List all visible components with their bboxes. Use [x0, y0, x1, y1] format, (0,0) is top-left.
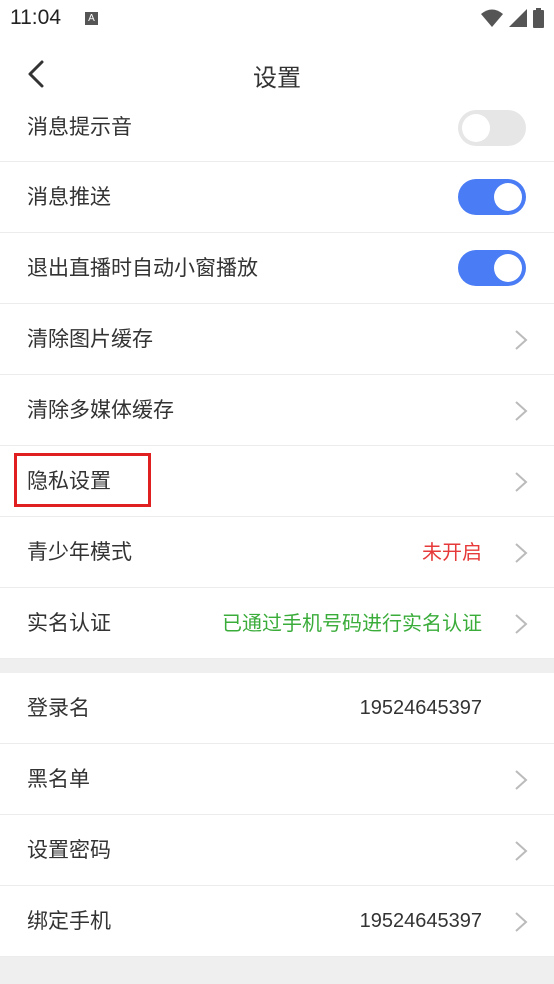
row-label: 清除多媒体缓存 [27, 398, 174, 422]
row-real-name[interactable]: 实名认证 已通过手机号码进行实名认证 [0, 588, 554, 659]
row-clear-image-cache[interactable]: 清除图片缓存 [0, 304, 554, 375]
row-label: 登录名 [27, 696, 90, 720]
row-label: 退出直播时自动小窗播放 [27, 256, 258, 280]
row-pip-on-exit: 退出直播时自动小窗播放 [0, 233, 554, 304]
row-blacklist[interactable]: 黑名单 [0, 744, 554, 815]
row-clear-media-cache[interactable]: 清除多媒体缓存 [0, 375, 554, 446]
row-privacy-settings[interactable]: 隐私设置 [0, 446, 554, 517]
login-name-value: 19524645397 [359, 697, 482, 719]
chevron-right-icon [515, 770, 528, 790]
row-set-password[interactable]: 设置密码 [0, 815, 554, 886]
nav-bar: 设置 [0, 38, 554, 111]
row-label: 青少年模式 [27, 540, 132, 564]
settings-list: 消息提示音 消息推送 退出直播时自动小窗播放 清除图片缓存 清除多媒体缓存 隐私… [0, 110, 554, 957]
status-bar: 11:04 A [0, 0, 554, 38]
row-label: 清除图片缓存 [27, 327, 153, 351]
chevron-right-icon [515, 841, 528, 861]
battery-icon [533, 8, 544, 28]
message-sound-toggle[interactable] [458, 110, 526, 146]
row-label: 消息推送 [27, 185, 111, 209]
row-message-push: 消息推送 [0, 162, 554, 233]
teen-mode-status: 未开启 [422, 540, 482, 564]
row-teen-mode[interactable]: 青少年模式 未开启 [0, 517, 554, 588]
row-label: 消息提示音 [27, 115, 132, 139]
row-message-sound: 消息提示音 [0, 110, 554, 162]
chevron-right-icon [515, 614, 528, 634]
toggle-knob [494, 183, 522, 211]
real-name-status: 已通过手机号码进行实名认证 [222, 611, 482, 635]
toggle-knob [494, 254, 522, 282]
chevron-right-icon [515, 330, 528, 350]
wifi-icon [481, 9, 503, 27]
row-bind-phone[interactable]: 绑定手机 19524645397 [0, 886, 554, 957]
signal-icon [509, 9, 527, 27]
chevron-right-icon [515, 543, 528, 563]
status-icons [481, 8, 544, 28]
pip-on-exit-toggle[interactable] [458, 250, 526, 286]
row-label: 绑定手机 [27, 909, 111, 933]
row-label: 实名认证 [27, 611, 111, 635]
notification-icon: A [85, 12, 98, 25]
status-time: 11:04 [10, 6, 61, 29]
row-label: 设置密码 [27, 838, 111, 862]
chevron-right-icon [515, 401, 528, 421]
chevron-right-icon [515, 912, 528, 932]
bind-phone-value: 19524645397 [359, 910, 482, 932]
message-push-toggle[interactable] [458, 179, 526, 215]
chevron-right-icon [515, 472, 528, 492]
toggle-knob [462, 114, 490, 142]
highlight-box [14, 453, 151, 507]
page-title: 设置 [253, 64, 301, 92]
section-divider [0, 659, 554, 673]
row-label: 黑名单 [27, 767, 90, 791]
row-login-name: 登录名 19524645397 [0, 673, 554, 744]
